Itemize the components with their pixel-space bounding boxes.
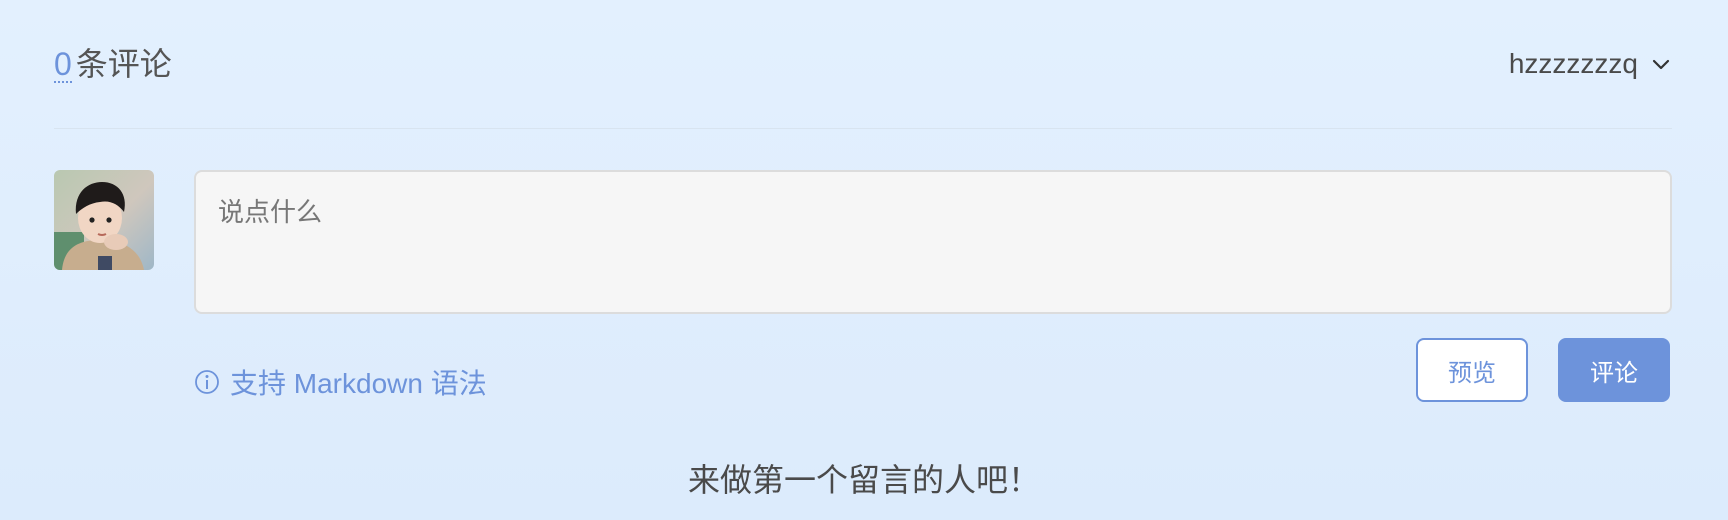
preview-button[interactable]: 预览 xyxy=(1416,338,1528,402)
comment-input[interactable] xyxy=(194,170,1672,314)
comment-input-wrapper xyxy=(194,170,1672,314)
chevron-down-icon[interactable] xyxy=(1650,53,1672,75)
comments-header: 0 条评论 hzzzzzzzq xyxy=(54,40,1672,90)
info-circle-icon xyxy=(194,369,220,395)
user-menu[interactable]: hzzzzzzzq xyxy=(1509,44,1672,84)
avatar xyxy=(54,170,154,270)
comment-count-label: 条评论 xyxy=(75,46,172,82)
username[interactable]: hzzzzzzzq xyxy=(1509,44,1638,84)
comment-count: 0 条评论 xyxy=(54,44,172,84)
empty-state-message: 来做第一个留言的人吧！ xyxy=(687,462,1040,498)
markdown-hint-link[interactable]: 支持 Markdown 语法 xyxy=(194,362,487,402)
comment-count-number[interactable]: 0 xyxy=(54,47,72,83)
submit-comment-button[interactable]: 评论 xyxy=(1558,338,1670,402)
markdown-hint-label[interactable]: 支持 Markdown 语法 xyxy=(230,362,487,402)
header-divider xyxy=(54,128,1672,129)
